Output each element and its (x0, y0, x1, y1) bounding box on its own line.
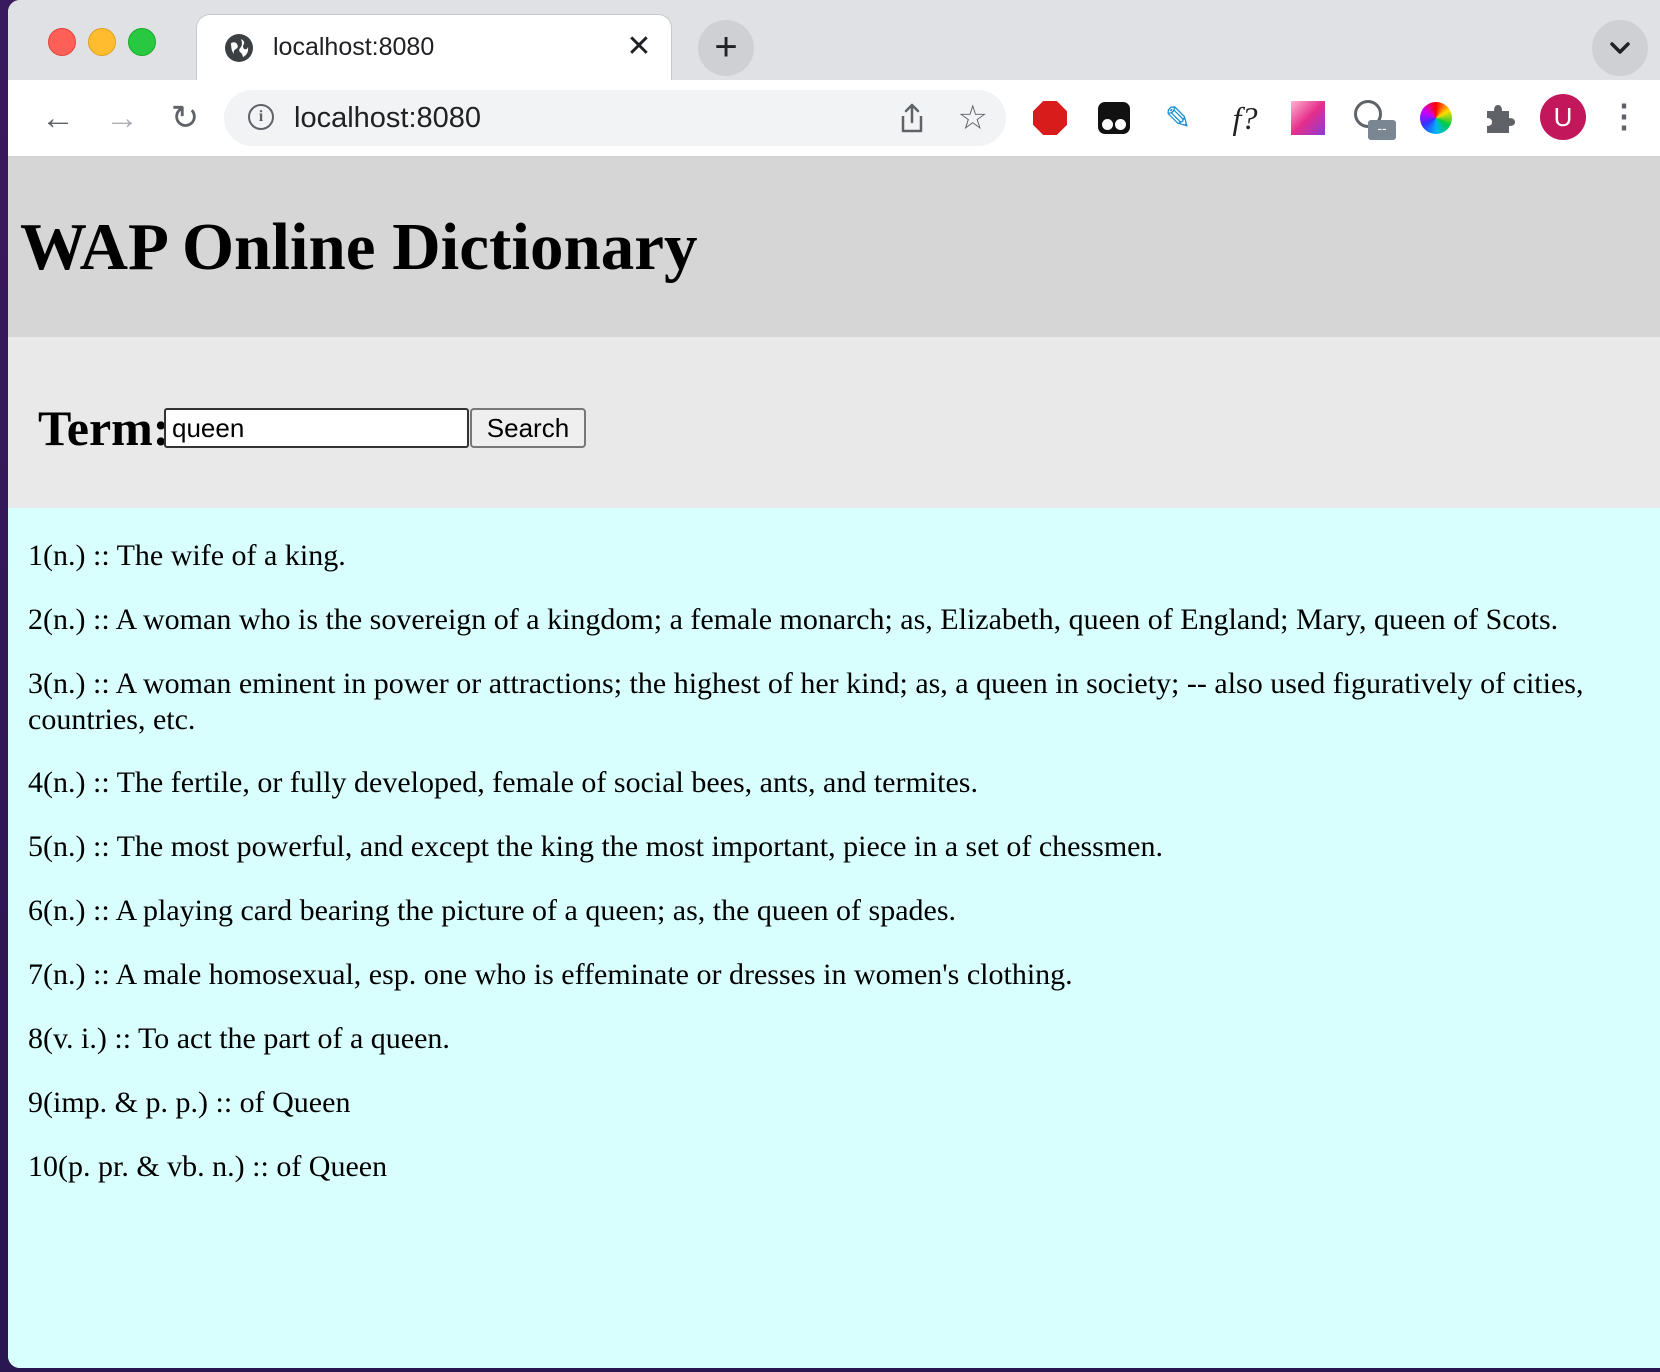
more-menu-icon[interactable]: ⋮ (1608, 94, 1640, 140)
definition-item: 1(n.) :: The wife of a king. (28, 539, 346, 572)
search-form: Term: Search (8, 337, 1660, 508)
tab-search-button[interactable] (1592, 20, 1648, 76)
new-tab-button[interactable]: + (698, 20, 754, 76)
definition-item: 7(n.) :: A male homosexual, esp. one who… (28, 958, 1073, 991)
page-header: WAP Online Dictionary (8, 157, 1660, 337)
definition-item: 3(n.) :: A woman eminent in power or att… (28, 667, 1584, 736)
tab-strip: localhost:8080 ✕ + (8, 0, 1660, 81)
search-button[interactable]: Search (470, 408, 586, 448)
bookmark-star-icon[interactable]: ☆ (958, 98, 988, 138)
font-icon[interactable]: f? (1220, 98, 1270, 138)
browser-window: localhost:8080 ✕ + ← → ↻ i localhost:808… (8, 0, 1660, 1368)
gauge-badge: -- (1368, 120, 1396, 140)
browser-toolbar: ← → ↻ i localhost:8080 ☆ ✎ f? -- U ⋮ (8, 80, 1660, 158)
term-label: Term: (38, 400, 170, 456)
definition-item: 6(n.) :: A playing card bearing the pict… (28, 894, 957, 927)
color-wheel-icon[interactable] (1416, 98, 1456, 138)
puzzle-icon[interactable] (1478, 98, 1518, 138)
definition-item: 9(imp. & p. p.) :: of Queen (28, 1086, 351, 1119)
minimize-window-button[interactable] (88, 28, 116, 56)
reload-icon[interactable]: ↻ (163, 96, 207, 140)
definition-item: 8(v. i.) :: To act the part of a queen. (28, 1022, 450, 1055)
stop-icon[interactable] (1030, 98, 1070, 138)
definition-item: 5(n.) :: The most powerful, and except t… (28, 830, 1163, 863)
chevron-down-icon (1610, 42, 1630, 54)
url-text[interactable]: localhost:8080 (294, 102, 481, 135)
close-tab-icon[interactable]: ✕ (621, 29, 657, 65)
zoom-window-button[interactable] (128, 28, 156, 56)
close-window-button[interactable] (48, 28, 76, 56)
definition-item: 4(n.) :: The fertile, or fully developed… (28, 766, 978, 799)
tampermonkey-icon[interactable] (1094, 98, 1134, 138)
page-content: WAP Online Dictionary Term: Search 1(n.)… (8, 157, 1660, 1368)
back-arrow-icon[interactable]: ← (36, 96, 80, 140)
tab-title: localhost:8080 (273, 33, 435, 61)
profile-avatar[interactable]: U (1540, 94, 1586, 140)
term-input[interactable] (164, 408, 469, 448)
definition-item: 2(n.) :: A woman who is the sovereign of… (28, 603, 1559, 636)
globe-icon (225, 34, 253, 62)
page-title: WAP Online Dictionary (20, 210, 698, 284)
gauge-icon[interactable]: -- (1352, 98, 1396, 140)
share-icon[interactable] (898, 102, 926, 139)
address-bar[interactable]: i localhost:8080 ☆ (224, 90, 1006, 146)
site-info-icon[interactable]: i (248, 104, 274, 130)
definition-item: 10(p. pr. & vb. n.) :: of Queen (28, 1150, 388, 1183)
tab-localhost[interactable]: localhost:8080 ✕ (196, 14, 672, 81)
highlighter-icon[interactable]: ✎ (1158, 98, 1198, 138)
forward-arrow-icon[interactable]: → (100, 96, 144, 140)
results-panel: 1(n.) :: The wife of a king. 2(n.) :: A … (8, 508, 1660, 1368)
gradient-icon[interactable] (1288, 98, 1328, 138)
